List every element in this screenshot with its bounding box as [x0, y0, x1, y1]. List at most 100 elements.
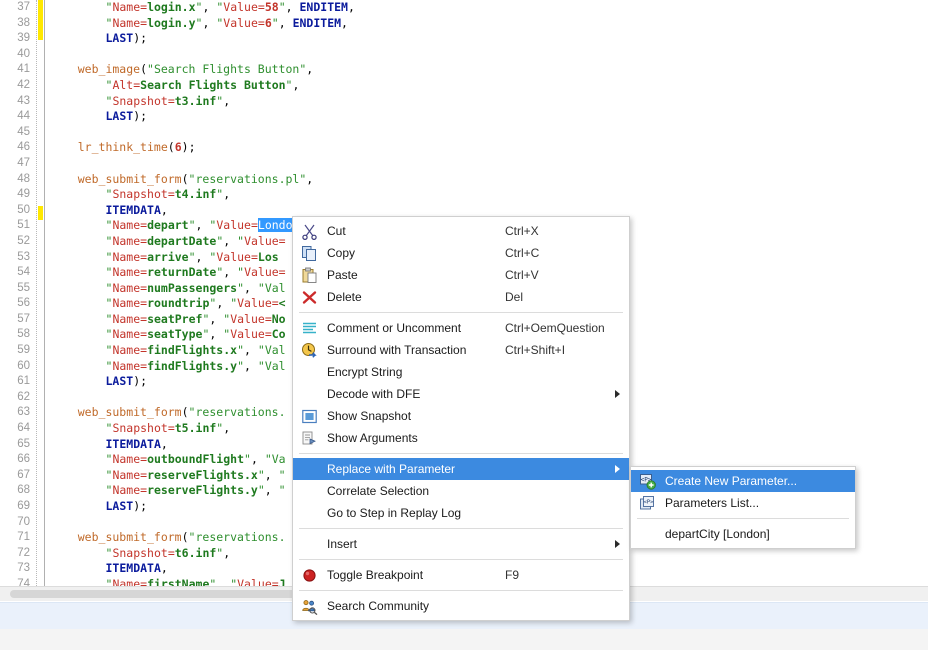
line-number: 73	[17, 562, 30, 575]
code-text: "Name=login.y", "Value=6", ENDITEM,	[105, 15, 348, 30]
menu-item-comment-or-uncomment[interactable]: Comment or Uncomment Ctrl+OemQuestion	[293, 317, 629, 339]
menu-item-copy[interactable]: Copy Ctrl+C	[293, 242, 629, 264]
code-text: web_submit_form("reservations.	[77, 405, 286, 420]
menu-item-label: Search Community	[327, 599, 430, 613]
menu-item-label: Copy	[327, 246, 356, 260]
menu-separator	[299, 453, 623, 454]
code-text: "Name=findFlights.x", "Val	[105, 343, 286, 358]
copy-icon	[301, 245, 318, 262]
line-number: 42	[17, 78, 30, 91]
code-line[interactable]: 43 "Snapshot=t3.inf",	[0, 94, 928, 110]
menu-item-shortcut: F9	[505, 568, 520, 582]
code-text: "Name=login.x", "Value=58", ENDITEM,	[105, 0, 355, 14]
new-parameter-icon: <P>	[639, 473, 656, 490]
code-text: "Name=returnDate", "Value=	[105, 265, 286, 280]
line-number: 56	[17, 297, 30, 310]
clock-icon	[301, 342, 318, 359]
line-number: 60	[17, 359, 30, 372]
menu-separator	[637, 518, 849, 519]
menu-separator	[299, 590, 623, 591]
code-text: "Name=seatType", "Value=Co	[105, 327, 286, 342]
code-text: web_submit_form("reservations.	[77, 530, 286, 545]
menu-item-label: Delete	[327, 290, 362, 304]
menu-item-shortcut: Ctrl+V	[505, 268, 539, 282]
line-number: 71	[17, 531, 30, 544]
menu-item-paste[interactable]: Paste Ctrl+V	[293, 264, 629, 286]
menu-item-label: Paste	[327, 268, 358, 282]
horizontal-scrollbar-thumb[interactable]	[10, 590, 330, 598]
code-text: "Name=arrive", "Value=Los	[105, 249, 279, 264]
code-text: "Name=findFlights.y", "Val	[105, 358, 286, 373]
line-number: 40	[17, 47, 30, 60]
code-line[interactable]: 40	[0, 47, 928, 63]
code-text: web_image("Search Flights Button",	[77, 62, 314, 77]
line-number: 54	[17, 266, 30, 279]
menu-item-cut[interactable]: Cut Ctrl+X	[293, 220, 629, 242]
line-number: 63	[17, 406, 30, 419]
code-text: LAST);	[105, 374, 148, 389]
menu-item-go-to-step-in-replay-log[interactable]: Go to Step in Replay Log	[293, 502, 629, 524]
menu-item-surround-with-transaction[interactable]: Surround with Transaction Ctrl+Shift+I	[293, 339, 629, 361]
code-line[interactable]: 38 "Name=login.y", "Value=6", ENDITEM,	[0, 16, 928, 32]
line-number: 58	[17, 328, 30, 341]
menu-item-toggle-breakpoint[interactable]: Toggle Breakpoint F9	[293, 564, 629, 586]
code-line[interactable]: 45	[0, 125, 928, 141]
menu-item-label: Toggle Breakpoint	[327, 568, 424, 582]
code-line[interactable]: 49 "Snapshot=t4.inf",	[0, 187, 928, 203]
menu-item-encrypt-string[interactable]: Encrypt String	[293, 361, 629, 383]
replace-with-parameter-submenu[interactable]: <P> Create New Parameter... <P> Parameters …	[630, 466, 856, 549]
line-number: 61	[17, 375, 30, 388]
code-line[interactable]: 39 LAST);	[0, 31, 928, 47]
status-bar-area	[0, 629, 928, 650]
line-number: 49	[17, 188, 30, 201]
code-line[interactable]: 44 LAST);	[0, 109, 928, 125]
menu-item-label: Go to Step in Replay Log	[327, 506, 462, 520]
menu-item-label: departCity [London]	[665, 527, 770, 541]
code-text: ITEMDATA,	[105, 436, 168, 451]
menu-item-label: Create New Parameter...	[665, 474, 798, 488]
line-number: 66	[17, 453, 30, 466]
menu-item-label: Show Snapshot	[327, 409, 412, 423]
community-icon	[301, 598, 318, 615]
line-number: 44	[17, 110, 30, 123]
code-line[interactable]: 46 lr_think_time(6);	[0, 140, 928, 156]
line-number: 59	[17, 344, 30, 357]
line-number: 50	[17, 203, 30, 216]
line-number: 48	[17, 172, 30, 185]
code-line[interactable]: 42 "Alt=Search Flights Button",	[0, 78, 928, 94]
code-text: "Name=firstName", "Value=J	[105, 576, 286, 586]
menu-item-depart-city-param[interactable]: departCity [London]	[631, 523, 855, 545]
menu-item-create-new-parameter[interactable]: <P> Create New Parameter...	[631, 470, 855, 492]
menu-item-show-snapshot[interactable]: Show Snapshot	[293, 405, 629, 427]
menu-item-search-community[interactable]: Search Community	[293, 595, 629, 617]
menu-item-insert[interactable]: Insert	[293, 533, 629, 555]
code-text: ITEMDATA,	[105, 561, 168, 576]
submenu-arrow-icon	[611, 533, 621, 555]
line-number: 45	[17, 125, 30, 138]
svg-text:<P>: <P>	[643, 500, 654, 506]
menu-item-label: Surround with Transaction	[327, 343, 467, 357]
line-number: 69	[17, 500, 30, 512]
line-number: 38	[17, 16, 30, 29]
code-text: "Snapshot=t6.inf",	[105, 545, 231, 560]
submenu-arrow-icon	[611, 458, 621, 480]
menu-item-correlate-selection[interactable]: Correlate Selection	[293, 480, 629, 502]
menu-item-decode-with-dfe[interactable]: Decode with DFE	[293, 383, 629, 405]
delete-x-icon	[301, 289, 318, 306]
line-number: 52	[17, 234, 30, 247]
code-line[interactable]: 37 "Name=login.x", "Value=58", ENDITEM,	[0, 0, 928, 16]
menu-item-label: Cut	[327, 224, 346, 238]
line-number: 67	[17, 468, 30, 481]
menu-item-show-arguments[interactable]: Show Arguments	[293, 427, 629, 449]
menu-item-label: Comment or Uncomment	[327, 321, 462, 335]
code-line[interactable]: 41 web_image("Search Flights Button",	[0, 62, 928, 78]
code-line[interactable]: 47	[0, 156, 928, 172]
code-line[interactable]: 48 web_submit_form("reservations.pl",	[0, 172, 928, 188]
menu-item-parameters-list[interactable]: <P> Parameters List...	[631, 492, 855, 514]
line-number: 39	[17, 32, 30, 45]
menu-item-delete[interactable]: Delete Del	[293, 286, 629, 308]
editor-context-menu[interactable]: Cut Ctrl+X Copy Ctrl+C Paste Ctrl+V Delete Del C…	[292, 216, 630, 621]
line-number: 37	[17, 1, 30, 13]
menu-item-replace-with-parameter[interactable]: Replace with Parameter	[293, 458, 629, 480]
code-text: web_submit_form("reservations.pl",	[77, 171, 314, 186]
